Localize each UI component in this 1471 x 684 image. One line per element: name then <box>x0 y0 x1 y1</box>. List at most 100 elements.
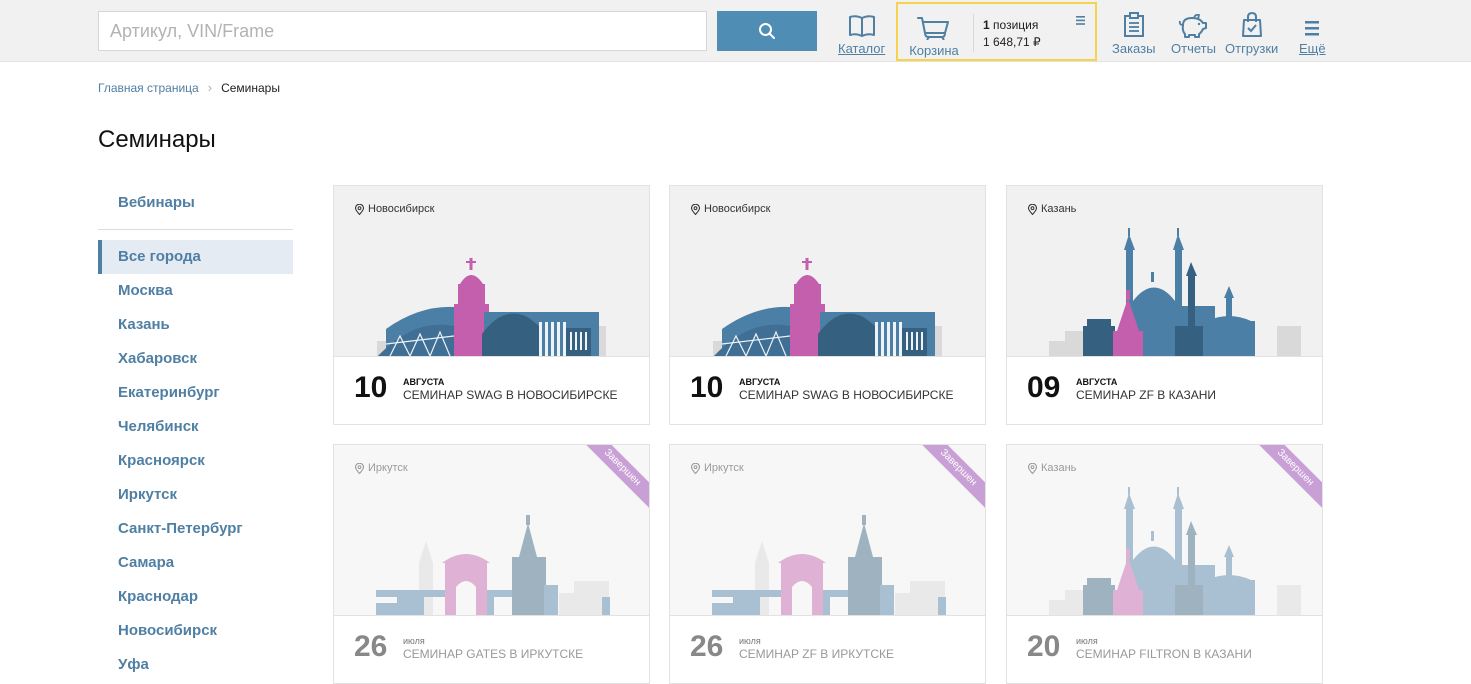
sidebar-item-webinars[interactable]: Вебинары <box>98 186 293 220</box>
seminar-card[interactable]: Новосибирск 10 АВГУСТА СЕМИНАР SWAG В НОВОС… <box>333 185 650 425</box>
nav-shipments-label: Отгрузки <box>1225 41 1279 56</box>
card-title: СЕМИНАР SWAG В НОВОСИБИРСКЕ <box>739 388 954 402</box>
cart-total: 1 648,71 ₽ <box>983 35 1041 49</box>
location-pin-icon <box>355 203 364 215</box>
card-month: июля <box>739 636 761 646</box>
sidebar-item-saint-petersburg[interactable]: Санкт-Петербург <box>98 512 293 546</box>
card-day: 26 <box>354 630 388 663</box>
card-day: 09 <box>1027 371 1061 404</box>
location-pin-icon <box>1028 462 1037 474</box>
city-skyline-image: Иркутск Завершен <box>334 445 649 615</box>
sidebar-item-yekaterinburg[interactable]: Екатеринбург <box>98 376 293 410</box>
cart-count-suffix: позиция <box>993 18 1039 32</box>
card-day: 20 <box>1027 630 1061 663</box>
city-skyline-image: Казань <box>1007 186 1322 356</box>
city-skyline-image: Новосибирск <box>334 186 649 356</box>
search-input[interactable] <box>98 11 707 51</box>
breadcrumb-current: Семинары <box>221 80 280 95</box>
card-city: Иркутск <box>355 462 408 474</box>
cart-widget[interactable]: Корзина 1 позиция 1 648,71 ₽ <box>896 2 1097 61</box>
card-month: июля <box>403 636 425 646</box>
card-info: 10 АВГУСТА СЕМИНАР SWAG В НОВОСИБИРСКЕ <box>670 356 985 424</box>
card-title: СЕМИНАР FILTRON В КАЗАНИ <box>1076 647 1252 661</box>
card-city-name: Иркутск <box>704 462 744 474</box>
sidebar-item-all-cities[interactable]: Все города <box>98 240 293 274</box>
sidebar-item-ufa[interactable]: Уфа <box>98 648 293 682</box>
sidebar-divider <box>98 229 293 230</box>
city-skyline-image: Новосибирск <box>670 186 985 356</box>
card-city: Иркутск <box>691 462 744 474</box>
piggy-bank-icon <box>1178 10 1208 38</box>
card-day: 10 <box>690 371 724 404</box>
card-info: 09 АВГУСТА СЕМИНАР ZF В КАЗАНИ <box>1007 356 1322 424</box>
location-pin-icon <box>691 203 700 215</box>
card-city-name: Иркутск <box>368 462 408 474</box>
sidebar-item-moscow[interactable]: Москва <box>98 274 293 308</box>
card-city: Казань <box>1028 203 1076 215</box>
menu-icon[interactable] <box>1076 12 1085 30</box>
clipboard-icon <box>1123 10 1145 38</box>
breadcrumb: Главная страница › Семинары <box>98 80 280 95</box>
sidebar-item-samara[interactable]: Самара <box>98 546 293 580</box>
breadcrumb-home-link[interactable]: Главная страница <box>98 81 199 95</box>
seminar-card[interactable]: Казань 09 АВГУСТА СЕМИНАР ZF В КАЗАНИ <box>1006 185 1323 425</box>
nav-reports-label: Отчеты <box>1171 41 1216 56</box>
seminar-card[interactable]: Новосибирск 10 АВГУСТА СЕМИНАР SWAG В НОВОС… <box>669 185 986 425</box>
card-month: АВГУСТА <box>739 377 781 387</box>
cart-button[interactable]: Корзина <box>898 12 970 58</box>
nav-orders-label: Заказы <box>1112 41 1156 56</box>
seminar-card[interactable]: Иркутск Завершен 26 июля СЕМИНАР ZF В ИРКУТС… <box>669 444 986 684</box>
card-city-name: Казань <box>1041 203 1077 215</box>
card-month: июля <box>1076 636 1098 646</box>
card-day: 26 <box>690 630 724 663</box>
page-title: Семинары <box>98 126 216 153</box>
nav-more[interactable]: Ещё <box>1299 10 1326 56</box>
seminar-card[interactable]: Иркутск Завершен 26 июля СЕМИНАР GATES В ИРК… <box>333 444 650 684</box>
nav-reports[interactable]: Отчеты <box>1171 10 1216 56</box>
cart-count: 1 <box>983 18 990 32</box>
nav-catalog-label: Каталог <box>838 41 886 56</box>
location-pin-icon <box>355 462 364 474</box>
nav-orders[interactable]: Заказы <box>1112 10 1155 56</box>
sidebar-item-novosibirsk[interactable]: Новосибирск <box>98 614 293 648</box>
card-city: Новосибирск <box>355 203 434 215</box>
hamburger-icon <box>1304 10 1320 38</box>
card-city: Новосибирск <box>691 203 770 215</box>
card-title: СЕМИНАР GATES В ИРКУТСКЕ <box>403 647 584 661</box>
card-month: АВГУСТА <box>1076 377 1118 387</box>
cart-icon <box>917 12 951 40</box>
sidebar-item-krasnodar[interactable]: Краснодар <box>98 580 293 614</box>
card-info: 20 июля СЕМИНАР FILTRON В КАЗАНИ <box>1007 615 1322 683</box>
card-title: СЕМИНАР ZF В ИРКУТСКЕ <box>739 647 894 661</box>
seminar-card[interactable]: Казань Завершен 20 июля СЕМИНАР FILTRON В КА… <box>1006 444 1323 684</box>
card-city-name: Новосибирск <box>368 203 435 215</box>
sidebar-item-khabarovsk[interactable]: Хабаровск <box>98 342 293 376</box>
location-pin-icon <box>1028 203 1037 215</box>
card-city: Казань <box>1028 462 1076 474</box>
chevron-right-icon: › <box>207 80 213 95</box>
sidebar-item-kazan[interactable]: Казань <box>98 308 293 342</box>
nav-shipments[interactable]: Отгрузки <box>1225 10 1278 56</box>
card-city-name: Новосибирск <box>704 203 771 215</box>
shopping-bag-icon <box>1241 10 1263 38</box>
sidebar-item-chelyabinsk[interactable]: Челябинск <box>98 410 293 444</box>
card-title: СЕМИНАР SWAG В НОВОСИБИРСКЕ <box>403 388 618 402</box>
cart-divider <box>973 14 974 52</box>
city-skyline-image: Иркутск Завершен <box>670 445 985 615</box>
top-header: Каталог Корзина 1 позиция 1 648,71 ₽ <box>0 0 1471 62</box>
search-button[interactable] <box>717 11 817 51</box>
sidebar-item-krasnoyarsk[interactable]: Красноярск <box>98 444 293 478</box>
sidebar-item-irkutsk[interactable]: Иркутск <box>98 478 293 512</box>
location-pin-icon <box>691 462 700 474</box>
city-skyline-image: Казань Завершен <box>1007 445 1322 615</box>
card-info: 26 июля СЕМИНАР ZF В ИРКУТСКЕ <box>670 615 985 683</box>
nav-more-label: Ещё <box>1299 41 1326 56</box>
card-title: СЕМИНАР ZF В КАЗАНИ <box>1076 388 1217 402</box>
card-info: 10 АВГУСТА СЕМИНАР SWAG В НОВОСИБИРСКЕ <box>334 356 649 424</box>
nav-catalog[interactable]: Каталог <box>838 10 885 56</box>
card-info: 26 июля СЕМИНАР GATES В ИРКУТСКЕ <box>334 615 649 683</box>
book-icon <box>848 10 876 38</box>
cart-label: Корзина <box>909 43 959 58</box>
search-icon <box>759 23 775 39</box>
sidebar: Вебинары Все города Москва Казань Хабаро… <box>98 186 293 682</box>
